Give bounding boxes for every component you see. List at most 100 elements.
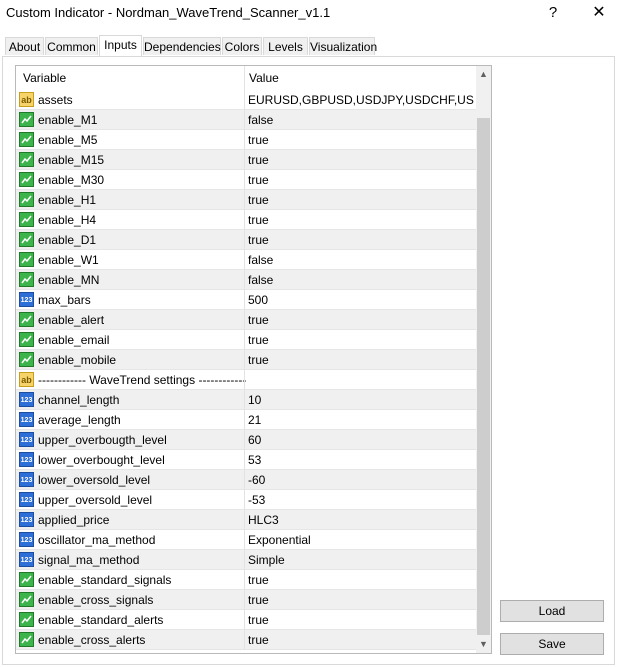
boolean-type-icon (19, 572, 34, 587)
load-button[interactable]: Load (500, 600, 604, 622)
input-row[interactable]: enable_standard_alerts true (16, 610, 476, 630)
variable-value[interactable]: true (248, 313, 474, 327)
column-divider (244, 590, 245, 610)
scroll-up-icon[interactable]: ▲ (476, 66, 491, 83)
tab-dependencies[interactable]: Dependencies (143, 37, 221, 55)
inputs-grid[interactable]: Variable Value ab assets EURUSD,GBPUSD,USD… (15, 65, 492, 654)
input-row[interactable]: ab assets EURUSD,GBPUSD,USDJPY,USDCHF,USD.… (16, 90, 476, 110)
variable-value[interactable]: true (248, 633, 474, 647)
input-row[interactable]: enable_M1 false (16, 110, 476, 130)
boolean-type-icon (19, 312, 34, 327)
variable-value[interactable]: true (248, 153, 474, 167)
help-button[interactable]: ? (538, 2, 568, 24)
variable-value[interactable]: true (248, 353, 474, 367)
variable-value[interactable]: true (248, 233, 474, 247)
variable-value[interactable]: true (248, 213, 474, 227)
header-variable[interactable]: Variable (23, 71, 66, 85)
input-row[interactable]: enable_cross_alerts true (16, 630, 476, 650)
boolean-type-icon (19, 172, 34, 187)
scroll-down-icon[interactable]: ▼ (476, 636, 491, 653)
input-row[interactable]: 123 average_length 21 (16, 410, 476, 430)
variable-value[interactable]: true (248, 193, 474, 207)
variable-value[interactable]: EURUSD,GBPUSD,USDJPY,USDCHF,USD... (248, 93, 474, 107)
input-row[interactable]: 123 lower_overbought_level 53 (16, 450, 476, 470)
input-row[interactable]: enable_W1 false (16, 250, 476, 270)
variable-value[interactable]: 60 (248, 433, 474, 447)
input-row[interactable]: enable_standard_signals true (16, 570, 476, 590)
variable-name: enable_email (38, 333, 110, 347)
tab-bar: About Common Inputs Dependencies Colors … (0, 35, 617, 57)
variable-value[interactable]: -53 (248, 493, 474, 507)
variable-value[interactable]: true (248, 573, 474, 587)
input-row[interactable]: enable_D1 true (16, 230, 476, 250)
tab-levels[interactable]: Levels (263, 37, 308, 55)
variable-value[interactable]: true (248, 333, 474, 347)
tab-about[interactable]: About (5, 37, 44, 55)
variable-value[interactable]: true (248, 593, 474, 607)
variable-value[interactable]: false (248, 273, 474, 287)
input-row[interactable]: enable_M15 true (16, 150, 476, 170)
variable-value[interactable]: 53 (248, 453, 474, 467)
boolean-type-icon (19, 332, 34, 347)
save-button[interactable]: Save (500, 633, 604, 655)
number-type-icon: 123 (19, 412, 34, 427)
input-row[interactable]: enable_H1 true (16, 190, 476, 210)
tab-common[interactable]: Common (45, 37, 98, 55)
input-row[interactable]: 123 signal_ma_method Simple (16, 550, 476, 570)
close-button[interactable]: ✕ (584, 2, 614, 24)
input-row[interactable]: enable_alert true (16, 310, 476, 330)
variable-value[interactable]: Simple (248, 553, 474, 567)
variable-name: enable_M1 (38, 113, 98, 127)
number-type-icon: 123 (19, 512, 34, 527)
variable-name: upper_overbougth_level (38, 433, 167, 447)
input-row[interactable]: enable_email true (16, 330, 476, 350)
boolean-type-icon (19, 112, 34, 127)
input-row[interactable]: enable_M30 true (16, 170, 476, 190)
window-title: Custom Indicator - Nordman_WaveTrend_Sca… (6, 5, 331, 20)
variable-value[interactable]: true (248, 613, 474, 627)
variable-name: enable_D1 (38, 233, 97, 247)
vertical-scrollbar[interactable]: ▲ ▼ (476, 66, 491, 653)
column-divider (244, 250, 245, 270)
input-row[interactable]: 123 lower_oversold_level -60 (16, 470, 476, 490)
input-row[interactable]: 123 upper_overbougth_level 60 (16, 430, 476, 450)
input-row[interactable]: enable_MN false (16, 270, 476, 290)
scrollbar-thumb[interactable] (477, 118, 490, 635)
input-row[interactable]: ab ------------ WaveTrend settings ------… (16, 370, 476, 390)
input-row[interactable]: enable_cross_signals true (16, 590, 476, 610)
tab-colors[interactable]: Colors (222, 37, 262, 55)
column-divider (244, 430, 245, 450)
header-value[interactable]: Value (249, 71, 279, 85)
variable-value[interactable]: false (248, 253, 474, 267)
variable-value[interactable]: 21 (248, 413, 474, 427)
column-divider (244, 610, 245, 630)
variable-value[interactable]: true (248, 133, 474, 147)
variable-value[interactable]: true (248, 173, 474, 187)
variable-value[interactable]: -60 (248, 473, 474, 487)
boolean-type-icon (19, 152, 34, 167)
variable-value[interactable]: Exponential (248, 533, 474, 547)
title-bar: Custom Indicator - Nordman_WaveTrend_Sca… (0, 0, 617, 28)
input-row[interactable]: enable_M5 true (16, 130, 476, 150)
variable-value[interactable]: false (248, 113, 474, 127)
variable-value[interactable]: 10 (248, 393, 474, 407)
string-type-icon: ab (19, 372, 34, 387)
variable-value[interactable]: HLC3 (248, 513, 474, 527)
tab-visualization[interactable]: Visualization (309, 37, 377, 55)
boolean-type-icon (19, 592, 34, 607)
input-row[interactable]: 123 upper_oversold_level -53 (16, 490, 476, 510)
input-row[interactable]: 123 applied_price HLC3 (16, 510, 476, 530)
column-divider (244, 190, 245, 210)
column-divider (244, 290, 245, 310)
input-row[interactable]: 123 oscillator_ma_method Exponential (16, 530, 476, 550)
variable-value[interactable]: 500 (248, 293, 474, 307)
input-row[interactable]: 123 max_bars 500 (16, 290, 476, 310)
boolean-type-icon (19, 352, 34, 367)
input-row[interactable]: enable_H4 true (16, 210, 476, 230)
input-row[interactable]: 123 channel_length 10 (16, 390, 476, 410)
variable-name: average_length (38, 413, 121, 427)
variable-name: enable_standard_signals (38, 573, 172, 587)
tab-inputs[interactable]: Inputs (99, 35, 142, 57)
input-row[interactable]: enable_mobile true (16, 350, 476, 370)
variable-name: oscillator_ma_method (38, 533, 156, 547)
